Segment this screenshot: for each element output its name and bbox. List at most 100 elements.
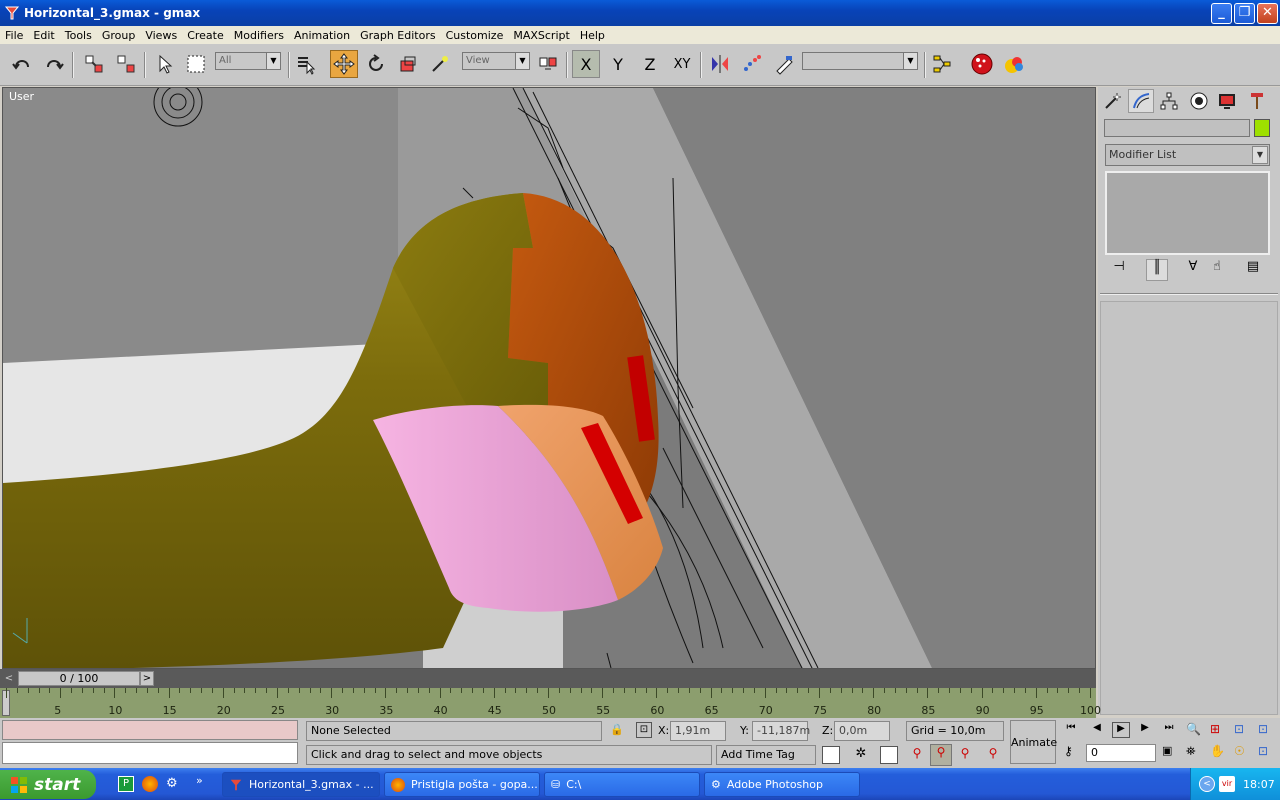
close-button[interactable]: ✕ [1257,3,1278,24]
remove-modifier-button[interactable]: ☝ [1206,259,1228,281]
tab-modify[interactable] [1128,89,1154,113]
tab-utilities[interactable] [1244,89,1270,113]
restrict-to-x-button[interactable]: X [572,50,600,78]
menu-help[interactable]: Help [575,29,610,42]
chevron-left-icon[interactable]: < [1199,776,1215,792]
named-selection-sets-dropdown[interactable]: ▼ [802,52,918,70]
zoom-icon[interactable]: 🔍 [1186,722,1204,740]
chevron-left-icon[interactable]: < [2,671,16,686]
render-button[interactable] [1000,50,1028,78]
quicklaunch-expand-icon[interactable]: » [196,774,203,787]
align-button[interactable] [770,50,798,78]
mirror-button[interactable] [706,50,734,78]
spinner-snap-icon[interactable]: ⚲ [930,744,952,766]
arc-rotate-icon[interactable]: ☉ [1234,744,1252,762]
object-name-field[interactable] [1104,119,1250,137]
material-editor-button[interactable] [968,50,996,78]
edit-named-selections-icon[interactable]: ⚲ [956,746,974,764]
absolute-mode-toggle[interactable]: ⊡ [636,722,652,738]
reference-coordinate-dropdown[interactable]: View ▼ [462,52,530,70]
schematic-view-button[interactable] [928,50,956,78]
y-coordinate-field[interactable]: -11,187m [752,721,810,741]
task-photoshop[interactable]: ⚙ Adobe Photoshop [704,772,860,797]
menu-create[interactable]: Create [182,29,229,42]
menu-group[interactable]: Group [97,29,141,42]
gear-icon[interactable]: ✲ [852,746,870,764]
quicklaunch-app-icon[interactable]: ⚙ [166,776,182,792]
task-explorer[interactable]: ⛁ C:\ [544,772,700,797]
menu-customize[interactable]: Customize [441,29,509,42]
snap-toggle-icon[interactable] [822,746,840,764]
maximize-button[interactable]: ❐ [1234,3,1255,24]
menu-graph-editors[interactable]: Graph Editors [355,29,441,42]
tab-motion[interactable] [1186,89,1212,113]
array-button[interactable] [738,50,766,78]
menu-tools[interactable]: Tools [60,29,97,42]
menu-file[interactable]: File [0,29,28,42]
maximize-viewport-icon[interactable]: ⊡ [1258,744,1276,762]
select-by-name-button[interactable] [292,50,320,78]
make-unique-button[interactable]: ∀ [1182,259,1204,281]
current-frame-field[interactable]: 0 [1086,744,1156,762]
task-mail[interactable]: Pristigla pošta - gopa... [384,772,540,797]
chevron-right-icon[interactable]: > [140,671,154,686]
select-object-button[interactable] [150,50,178,78]
animate-button[interactable]: Animate [1010,720,1057,764]
task-gmax[interactable]: Horizontal_3.gmax - ... [222,772,380,797]
manipulate-button[interactable] [426,50,454,78]
key-icon[interactable]: ⚷ [1064,744,1082,762]
time-config-icon[interactable]: ▣ [1162,744,1176,762]
maxscript-listener-mini[interactable] [2,720,298,740]
menu-edit[interactable]: Edit [28,29,59,42]
menu-animation[interactable]: Animation [289,29,355,42]
tab-hierarchy[interactable] [1156,89,1182,113]
selection-filter-dropdown[interactable]: All ▼ [215,52,281,70]
track-bar[interactable]: 5 10 15 20 25 30 35 40 45 50 55 60 65 70 75 80 85 90 95 100 [0,688,1101,718]
zoom-extents-all-icon[interactable]: ⊡ [1258,722,1276,740]
percent-snap-icon[interactable]: ⚲ [908,746,926,764]
object-color-swatch[interactable] [1254,119,1270,137]
menu-modifiers[interactable]: Modifiers [229,29,289,42]
key-mode-icon[interactable]: ⚲ [984,746,1002,764]
zoom-all-icon[interactable]: ⊞ [1210,722,1228,740]
quicklaunch-project-icon[interactable]: P [118,776,134,792]
start-button[interactable]: start [0,770,96,799]
undo-button[interactable] [8,50,36,78]
restrict-to-y-button[interactable]: Y [604,50,632,78]
tab-display[interactable] [1214,89,1240,113]
zoom-extents-icon[interactable]: ⊡ [1234,722,1252,740]
configure-modifier-sets-button[interactable]: ▤ [1242,259,1264,281]
lock-icon[interactable]: 🔒 [610,723,624,737]
minimize-button[interactable]: _ [1211,3,1232,24]
next-frame-icon[interactable]: ▶ [1136,722,1154,738]
modifier-list-dropdown[interactable]: Modifier List ▼ [1105,144,1270,166]
field-of-view-icon[interactable]: ⛯ [1186,744,1204,762]
rectangular-selection-button[interactable] [182,50,210,78]
show-end-result-button[interactable]: ║ [1146,259,1168,281]
pan-hand-icon[interactable]: ✋ [1210,744,1228,762]
perspective-viewport[interactable]: User [2,87,1096,669]
select-and-scale-button[interactable] [394,50,422,78]
restrict-to-z-button[interactable]: Z [636,50,664,78]
viewport-label[interactable]: User [9,90,34,103]
firefox-icon[interactable] [142,776,158,792]
time-slider-thumb[interactable]: 0 / 100 [18,671,140,686]
go-to-end-icon[interactable]: ⏭ [1160,722,1178,738]
tab-create[interactable] [1100,89,1126,113]
x-coordinate-field[interactable]: 1,91m [670,721,726,741]
select-and-link-button[interactable] [80,50,108,78]
add-time-tag-button[interactable]: Add Time Tag [716,745,816,765]
time-slider[interactable]: < 0 / 100 > [0,669,1096,688]
menu-views[interactable]: Views [140,29,182,42]
redo-button[interactable] [40,50,68,78]
restrict-to-xy-button[interactable]: XY [668,50,696,78]
pivot-point-button[interactable] [534,50,562,78]
select-and-rotate-button[interactable] [362,50,390,78]
angle-snap-icon[interactable] [880,746,898,764]
antivirus-icon[interactable]: vir [1219,776,1235,792]
unlink-selection-button[interactable] [112,50,140,78]
select-and-move-button[interactable] [330,50,358,78]
pin-stack-button[interactable]: ⊣ [1108,259,1130,281]
play-icon[interactable]: ▶ [1112,722,1130,738]
go-to-start-icon[interactable]: ⏮ [1062,722,1080,738]
